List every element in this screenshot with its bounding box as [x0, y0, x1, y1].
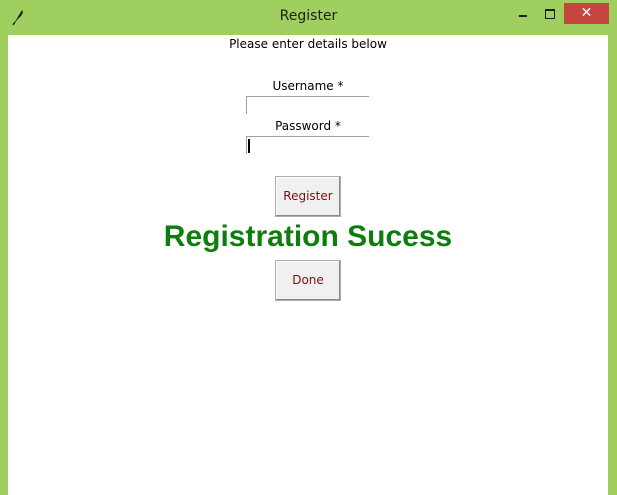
title-bar[interactable]: Register ✕ — [0, 0, 617, 35]
success-message: Registration Sucess — [163, 220, 453, 253]
username-input[interactable] — [246, 96, 369, 114]
minimize-button[interactable] — [510, 3, 536, 25]
close-button[interactable]: ✕ — [564, 3, 609, 24]
window-content: Please enter details below Username * Pa… — [8, 35, 608, 495]
password-input[interactable] — [246, 136, 369, 154]
text-cursor — [248, 139, 250, 153]
close-icon: ✕ — [580, 5, 593, 21]
password-label: Password * — [275, 119, 341, 133]
maximize-button[interactable] — [537, 3, 563, 25]
register-window: Register ✕ Please enter details below Us… — [0, 0, 617, 495]
register-button[interactable]: Register — [275, 176, 341, 217]
done-button[interactable]: Done — [275, 260, 341, 301]
username-label: Username * — [272, 79, 344, 93]
instructions-text: Please enter details below — [229, 37, 387, 51]
